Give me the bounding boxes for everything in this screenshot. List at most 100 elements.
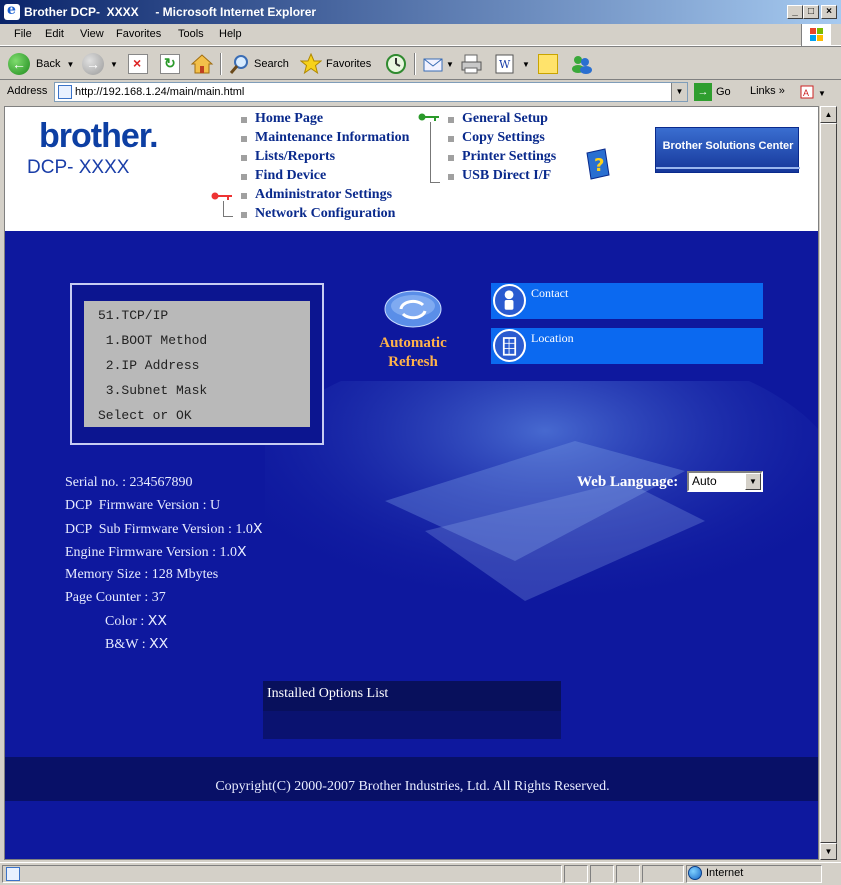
nav-maintenance-information[interactable]: Maintenance Information	[255, 130, 409, 146]
automatic-refresh-link[interactable]: Automatic Refresh	[373, 334, 453, 372]
note-icon	[538, 54, 558, 74]
title-bar[interactable]: Brother DCP- XXXX - Microsoft Internet E…	[0, 0, 841, 24]
solutions-center-label: Brother Solutions Center	[662, 140, 794, 152]
nav-home-page[interactable]: Home Page	[255, 111, 323, 127]
favorites-label: Favorites	[326, 58, 372, 70]
ie-icon[interactable]	[4, 2, 20, 20]
home-icon	[190, 54, 214, 74]
main-panel: 51.TCP/IP 1.BOOT Method 2.IP Address 3.S…	[5, 231, 818, 859]
svg-text:A: A	[803, 88, 809, 98]
solutions-center-button[interactable]: Brother Solutions Center	[655, 127, 800, 173]
minimize-button[interactable]: _	[787, 5, 803, 19]
serial-number: Serial no. : 234567890	[65, 475, 193, 490]
go-arrow-icon: →	[694, 83, 712, 101]
lcd-display: 51.TCP/IP 1.BOOT Method 2.IP Address 3.S…	[84, 301, 310, 427]
help-book-icon[interactable]: ?	[583, 147, 613, 181]
nav-find-device[interactable]: Find Device	[255, 168, 326, 184]
edit-button[interactable]: W ▼	[494, 52, 530, 76]
security-zone: Internet	[688, 866, 743, 880]
nav-administrator-settings[interactable]: Administrator Settings	[255, 187, 392, 203]
menu-help[interactable]: Help	[219, 28, 242, 40]
chevron-down-icon[interactable]: ▼	[522, 60, 530, 69]
bw-counter: B&W : ⅩⅩ	[105, 637, 169, 652]
menu-file[interactable]: File	[14, 28, 32, 40]
refresh-icon[interactable]	[383, 289, 443, 329]
model-name: DCP- XXXX	[27, 157, 130, 178]
contact-icon	[493, 284, 526, 317]
menu-edit[interactable]: Edit	[45, 28, 64, 40]
toolbar: Back ▼ ▼ × ↻ Search Favorites ▼ W ▼	[0, 46, 841, 80]
nav-general-setup[interactable]: General Setup	[462, 111, 548, 127]
home-button[interactable]	[190, 52, 214, 76]
color-counter: Color : ⅩⅩ	[105, 614, 167, 629]
chevron-down-icon[interactable]: ▼	[110, 60, 118, 69]
go-button[interactable]: → Go	[694, 82, 731, 102]
messenger-button[interactable]	[570, 52, 594, 76]
nav-copy-settings[interactable]: Copy Settings	[462, 130, 545, 146]
word-icon: W	[495, 54, 514, 74]
toolbar-extra-icon[interactable]: A ▼	[800, 84, 830, 103]
browser-viewport: brother. DCP- XXXX Home Page Maintenance…	[4, 106, 819, 860]
forward-arrow-icon	[82, 53, 104, 75]
nav-usb-direct-if[interactable]: USB Direct I/F	[462, 168, 551, 184]
refresh-button[interactable]: ↻	[160, 52, 180, 76]
nav-lists-reports[interactable]: Lists/Reports	[255, 149, 335, 165]
forward-button[interactable]: ▼	[82, 52, 118, 76]
history-button[interactable]	[385, 52, 407, 76]
history-icon	[386, 54, 406, 74]
scroll-down-button[interactable]: ▼	[820, 843, 837, 860]
menu-favorites[interactable]: Favorites	[116, 28, 161, 40]
chevron-down-icon[interactable]: ▼	[745, 473, 761, 490]
location-box[interactable]: Location	[491, 328, 763, 364]
nav-printer-settings[interactable]: Printer Settings	[462, 149, 556, 165]
back-button[interactable]: Back ▼	[8, 52, 74, 76]
refresh-icon: ↻	[160, 54, 180, 74]
lcd-line: 2.IP Address	[98, 358, 200, 373]
print-button[interactable]	[460, 52, 484, 76]
stop-button[interactable]: ×	[128, 52, 148, 76]
contact-box[interactable]: Contact	[491, 283, 763, 319]
vertical-scrollbar[interactable]: ▲ ▼	[819, 106, 837, 860]
zone-label: Internet	[706, 867, 744, 879]
svg-text:▼: ▼	[818, 89, 826, 98]
search-icon	[229, 55, 248, 74]
address-dropdown[interactable]: ▼	[671, 83, 687, 101]
copyright: Copyright(C) 2000-2007 Brother Industrie…	[215, 779, 610, 794]
address-url[interactable]: http://192.168.1.24/main/main.html	[75, 86, 244, 98]
maximize-button[interactable]: □	[803, 5, 819, 19]
nav-network-configuration[interactable]: Network Configuration	[255, 206, 395, 222]
web-language-label: Web Language:	[577, 474, 679, 490]
address-label: Address	[7, 85, 48, 97]
mail-button[interactable]: ▼	[422, 52, 454, 76]
svg-text:?: ?	[594, 155, 604, 176]
globe-icon	[688, 866, 702, 880]
key-icon	[418, 113, 439, 121]
contact-label: Contact	[531, 286, 569, 300]
building-icon	[493, 329, 526, 362]
lcd-line: Select or OK	[98, 408, 192, 423]
chevron-down-icon[interactable]: ▼	[66, 60, 74, 69]
address-input[interactable]: http://192.168.1.24/main/main.html ▼	[54, 82, 688, 102]
address-bar: Address http://192.168.1.24/main/main.ht…	[0, 80, 841, 104]
chevron-down-icon[interactable]: ▼	[446, 60, 454, 69]
engine-firmware-version: Engine Firmware Version : 1.0Ⅹ	[65, 545, 247, 560]
lcd-line: 51.TCP/IP	[98, 308, 169, 323]
search-button[interactable]: Search	[228, 52, 289, 76]
page-counter: Page Counter : 37	[65, 590, 166, 605]
page-icon	[58, 85, 72, 99]
favorites-button[interactable]: Favorites	[300, 52, 371, 76]
installed-options-list: Installed Options List	[263, 681, 561, 739]
star-icon	[300, 53, 322, 75]
discuss-button[interactable]	[538, 52, 558, 76]
menu-view[interactable]: View	[80, 28, 104, 40]
mail-icon	[423, 58, 443, 72]
links-button[interactable]: Links »	[750, 85, 785, 97]
scroll-up-button[interactable]: ▲	[820, 106, 837, 123]
key-icon	[211, 192, 232, 200]
web-language-select[interactable]: Auto ▼	[687, 471, 763, 492]
close-button[interactable]: ×	[821, 5, 837, 19]
lcd-line: 3.Subnet Mask	[98, 383, 208, 398]
scroll-thumb[interactable]	[820, 123, 837, 843]
printer-icon	[461, 54, 482, 74]
menu-tools[interactable]: Tools	[178, 28, 204, 40]
